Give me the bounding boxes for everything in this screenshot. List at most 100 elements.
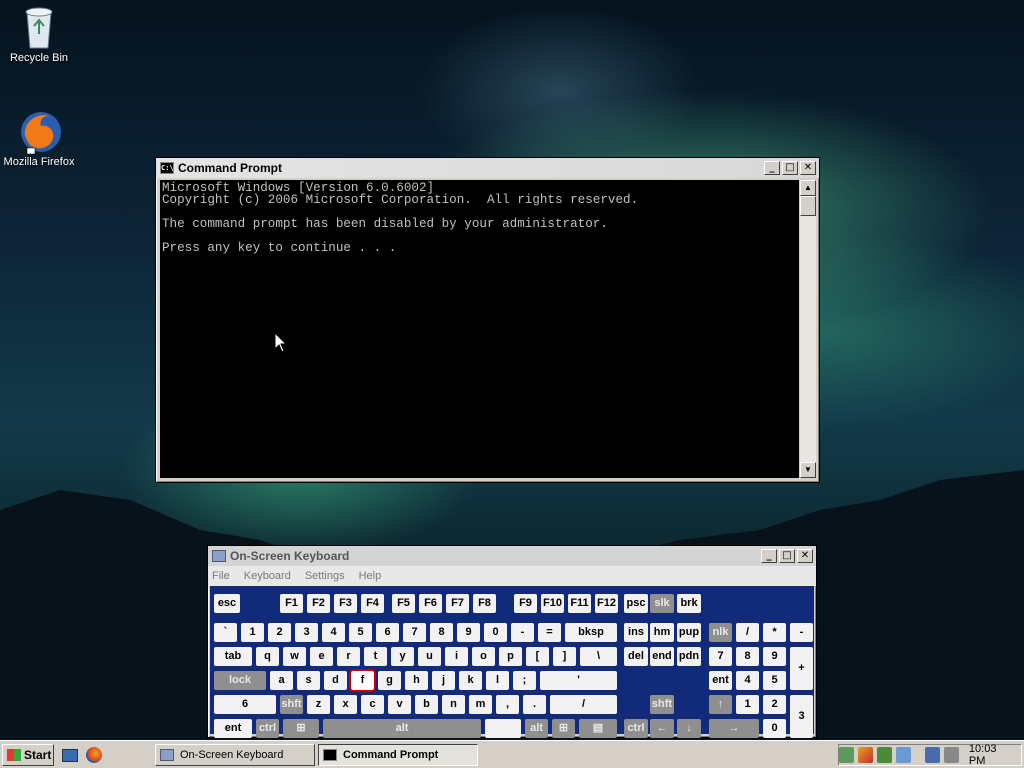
console-output[interactable]: Microsoft Windows [Version 6.0.6002] Copy… — [160, 180, 799, 478]
key-F4[interactable]: F4 — [361, 594, 384, 613]
key-F10[interactable]: F10 — [541, 594, 564, 613]
scroll-thumb[interactable] — [800, 196, 816, 216]
key-\[interactable]: \ — [580, 647, 617, 666]
key-tab[interactable]: tab — [214, 647, 252, 666]
key-F2[interactable]: F2 — [307, 594, 330, 613]
network-icon[interactable] — [839, 747, 854, 763]
key-t[interactable]: t — [364, 647, 387, 666]
key-b[interactable]: b — [415, 695, 438, 714]
key-c[interactable]: c — [361, 695, 384, 714]
key-`[interactable]: ` — [214, 623, 237, 642]
key-,[interactable]: , — [496, 695, 519, 714]
key-j[interactable]: j — [432, 671, 455, 690]
close-button[interactable]: ✕ — [800, 161, 816, 175]
key-0[interactable]: 0 — [763, 719, 786, 738]
taskbar-button-on-screen-keyboard[interactable]: On-Screen Keyboard — [155, 744, 315, 766]
key-*[interactable]: * — [763, 623, 786, 642]
key-ent[interactable]: ent — [214, 719, 252, 738]
key-5[interactable]: 5 — [763, 671, 786, 690]
minimize-button[interactable]: _ — [764, 161, 780, 175]
connection-icon[interactable] — [924, 747, 940, 763]
key-F11[interactable]: F11 — [568, 594, 591, 613]
title-bar[interactable]: C:\ Command Prompt _ □ ✕ — [156, 158, 819, 178]
key-a[interactable]: a — [270, 671, 293, 690]
key-/[interactable]: / — [736, 623, 759, 642]
key-del[interactable]: del — [624, 647, 648, 666]
key-0[interactable]: 0 — [484, 623, 507, 642]
key-⊞[interactable]: ⊞ — [552, 719, 575, 738]
key-3[interactable]: 3 — [295, 623, 318, 642]
key-d[interactable]: d — [324, 671, 347, 690]
key-k[interactable]: k — [459, 671, 482, 690]
scroll-up-button[interactable]: ▲ — [800, 180, 816, 196]
key-→[interactable]: → — [709, 719, 759, 738]
key-⊞[interactable]: ⊞ — [283, 719, 319, 738]
scroll-down-button[interactable]: ▼ — [800, 462, 816, 478]
key-↑[interactable]: ↑ — [709, 695, 732, 714]
key-1[interactable]: 1 — [736, 695, 759, 714]
key-4[interactable]: 4 — [736, 671, 759, 690]
key-8[interactable]: 8 — [736, 647, 759, 666]
windows-update-icon[interactable] — [876, 747, 892, 763]
firefox-quicklaunch-icon[interactable] — [86, 747, 102, 763]
key-f[interactable]: f — [349, 669, 376, 692]
key-6[interactable]: 6 — [214, 695, 276, 714]
show-desktop-icon[interactable] — [62, 749, 78, 762]
desktop-icon-firefox[interactable]: Mozilla Firefox — [3, 108, 75, 168]
taskbar-button-command-prompt[interactable]: Command Prompt — [318, 744, 478, 766]
key-5[interactable]: 5 — [349, 623, 372, 642]
key-7[interactable]: 7 — [709, 647, 732, 666]
maximize-button[interactable]: □ — [779, 549, 795, 563]
key-pdn[interactable]: pdn — [677, 647, 701, 666]
key-n[interactable]: n — [442, 695, 465, 714]
clock[interactable]: 10:03 PM — [969, 743, 1013, 767]
start-button[interactable]: Start — [2, 744, 54, 766]
key-2[interactable]: 2 — [268, 623, 291, 642]
key-;[interactable]: ; — [513, 671, 536, 690]
key-9[interactable]: 9 — [457, 623, 480, 642]
on-screen-keyboard-window[interactable]: On-Screen Keyboard _ □ ✕ File Keyboard S… — [207, 545, 817, 738]
title-bar[interactable]: On-Screen Keyboard _ □ ✕ — [208, 546, 816, 566]
key-e[interactable]: e — [310, 647, 333, 666]
key-shft[interactable]: shft — [650, 695, 674, 714]
key-1[interactable]: 1 — [241, 623, 264, 642]
key-9[interactable]: 9 — [763, 647, 786, 666]
key-F1[interactable]: F1 — [280, 594, 303, 613]
key-8[interactable]: 8 — [430, 623, 453, 642]
security-shield-icon[interactable] — [857, 747, 873, 763]
key-l[interactable]: l — [486, 671, 509, 690]
desktop-icon-recycle-bin[interactable]: Recycle Bin — [3, 4, 75, 64]
key-4[interactable]: 4 — [322, 623, 345, 642]
key-p[interactable]: p — [499, 647, 522, 666]
key-+[interactable]: + — [790, 647, 813, 690]
key-g[interactable]: g — [378, 671, 401, 690]
key-slk[interactable]: slk — [650, 594, 674, 613]
key-bksp[interactable]: bksp — [565, 623, 617, 642]
menu-help[interactable]: Help — [359, 570, 382, 582]
key-7[interactable]: 7 — [403, 623, 426, 642]
key--[interactable]: - — [790, 623, 813, 642]
maximize-button[interactable]: □ — [782, 161, 798, 175]
menu-file[interactable]: File — [212, 570, 230, 582]
key-x[interactable]: x — [334, 695, 357, 714]
key-y[interactable]: y — [391, 647, 414, 666]
key-o[interactable]: o — [472, 647, 495, 666]
key-F3[interactable]: F3 — [334, 594, 357, 613]
key-.[interactable]: . — [523, 695, 546, 714]
key-/[interactable]: / — [550, 695, 617, 714]
key-lock[interactable]: lock — [214, 671, 266, 690]
key-F7[interactable]: F7 — [446, 594, 469, 613]
key-ins[interactable]: ins — [624, 623, 648, 642]
close-button[interactable]: ✕ — [797, 549, 813, 563]
key-←[interactable]: ← — [650, 719, 674, 738]
key-brk[interactable]: brk — [677, 594, 701, 613]
key-2[interactable]: 2 — [763, 695, 786, 714]
key-F8[interactable]: F8 — [473, 594, 496, 613]
key-F9[interactable]: F9 — [514, 594, 537, 613]
key-i[interactable]: i — [445, 647, 468, 666]
key-6[interactable]: 6 — [376, 623, 399, 642]
key-nlk[interactable]: nlk — [709, 623, 732, 642]
key-ent[interactable]: ent — [709, 671, 732, 690]
key-s[interactable]: s — [297, 671, 320, 690]
menu-settings[interactable]: Settings — [305, 570, 345, 582]
